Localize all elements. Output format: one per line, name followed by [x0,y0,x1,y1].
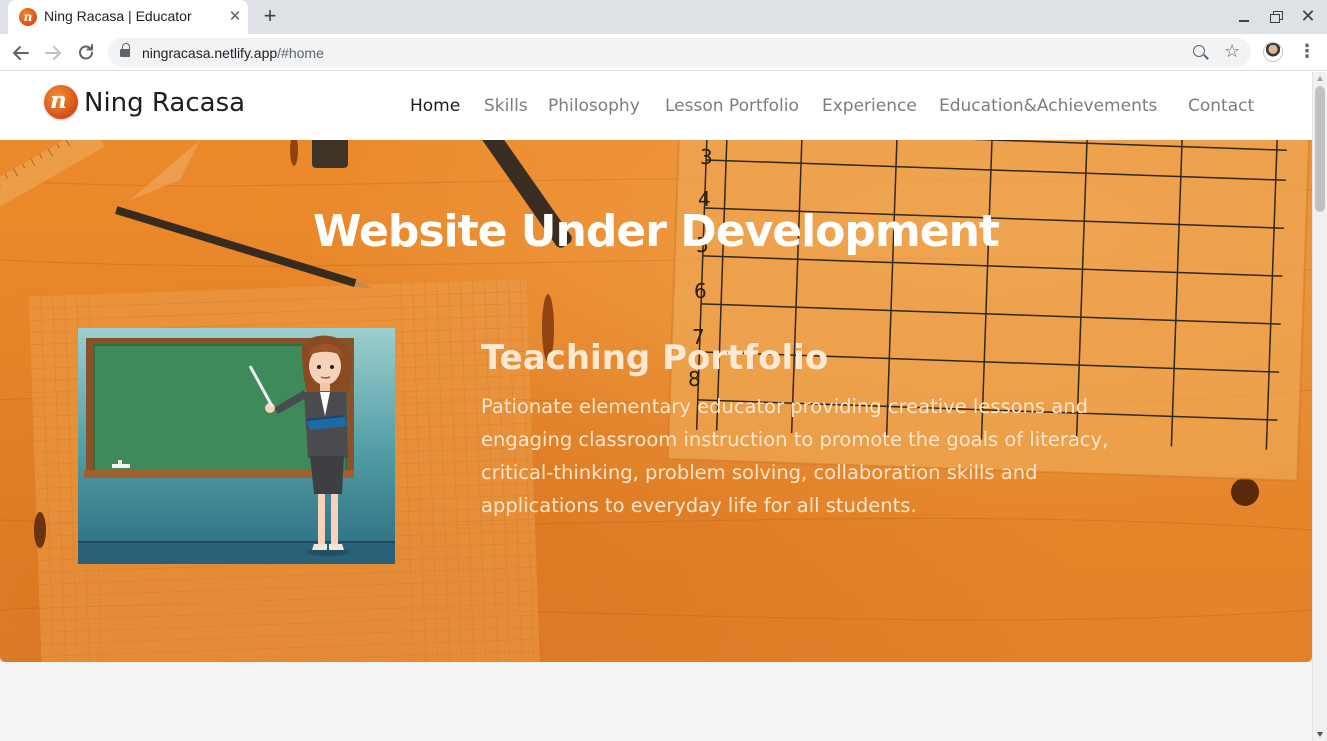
nav-link-education-achievements[interactable]: Education&Achievements [939,96,1157,116]
tab-title: Ning Racasa | Educator [44,8,192,24]
url-text: ningracasa.netlify.app/#home [142,45,324,61]
restore-window-button[interactable] [1266,6,1286,26]
scroll-up-arrow-icon[interactable] [1317,76,1323,81]
new-tab-button[interactable]: + [258,5,282,29]
hero-description: Pationate elementary educator providing … [481,395,1109,517]
forward-arrow-icon[interactable] [40,40,66,66]
nav-link-home[interactable]: Home [410,96,460,116]
browser-tab[interactable]: n Ning Racasa | Educator ✕ [8,0,248,34]
site-favicon-icon: n [19,8,37,26]
scroll-down-arrow-icon[interactable] [1317,732,1323,737]
hero-heading: Teaching Portfolio [481,338,829,378]
page-scrollbar[interactable] [1312,72,1327,741]
browser-menu-icon[interactable]: ⋮ [1298,42,1316,62]
hero-title: Website Under Development [313,206,1000,257]
teacher-illustration [78,328,395,564]
nav-link-skills[interactable]: Skills [484,96,528,116]
minimize-window-button[interactable] [1234,6,1254,26]
close-window-button[interactable]: ✕ [1298,6,1318,26]
page-viewport: n Ning Racasa Home Skills Philosophy Les… [0,72,1312,741]
reload-icon[interactable] [73,40,99,66]
zoom-icon[interactable] [1192,44,1210,62]
page-below-hero [0,662,1312,741]
nav-link-contact[interactable]: Contact [1188,96,1254,116]
back-arrow-icon[interactable] [8,40,34,66]
profile-avatar[interactable] [1263,42,1283,62]
bookmark-star-icon[interactable]: ☆ [1224,41,1240,63]
address-bar[interactable]: ningracasa.netlify.app/#home ☆ [108,38,1251,67]
tab-close-icon[interactable]: ✕ [226,8,244,26]
nav-link-philosophy[interactable]: Philosophy [548,96,640,116]
site-navbar: n Ning Racasa Home Skills Philosophy Les… [0,72,1312,140]
scroll-thumb[interactable] [1315,86,1325,212]
lock-icon[interactable] [120,43,130,58]
hero-section: 3 4 5 6 7 8 Website Under Development Te… [0,140,1312,662]
browser-toolbar: ningracasa.netlify.app/#home ☆ ⋮ [0,34,1327,71]
nav-link-experience[interactable]: Experience [822,96,917,116]
nav-menu: Home Skills Philosophy Lesson Portfolio … [0,72,1312,140]
nav-link-lesson-portfolio[interactable]: Lesson Portfolio [665,96,799,116]
browser-tab-strip: n Ning Racasa | Educator ✕ + ✕ [0,0,1327,34]
